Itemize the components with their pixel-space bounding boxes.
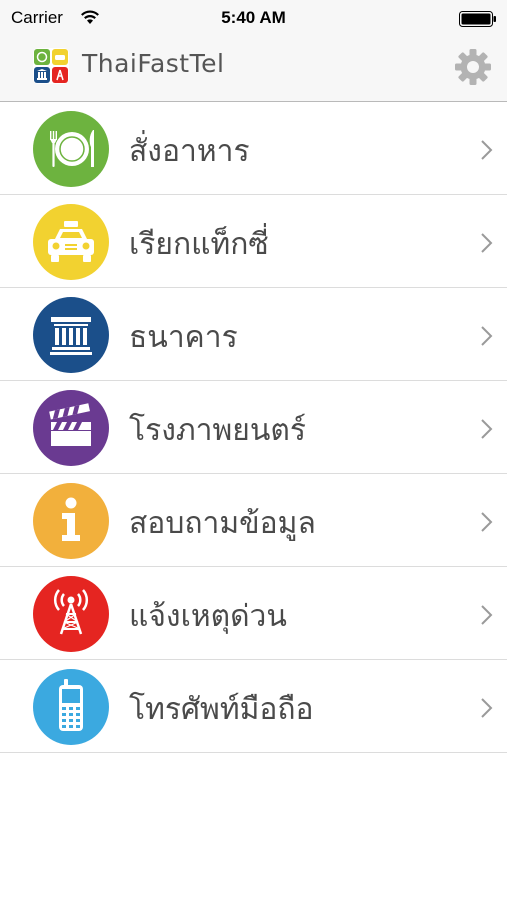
battery-icon [459,11,496,27]
menu-item-cinema[interactable]: โรงภาพยนตร์ [0,381,507,474]
menu-item-mobile[interactable]: โทรศัพท์มือถือ [0,660,507,753]
clapperboard-icon [33,390,109,466]
chevron-right-icon [481,233,493,253]
chevron-right-icon [481,512,493,532]
info-icon [33,483,109,559]
menu-item-label: แจ้งเหตุด่วน [129,599,287,634]
menu-item-emergency[interactable]: แจ้งเหตุด่วน [0,567,507,660]
status-bar: Carrier 5:40 AM [0,0,507,36]
navigation-bar: ThaiFastTel [0,36,507,102]
clock-label: 5:40 AM [221,8,286,27]
menu-item-info[interactable]: สอบถามข้อมูล [0,474,507,567]
chevron-right-icon [481,419,493,439]
menu-item-label: เรียกแท็กซี่ [129,227,269,262]
gear-icon[interactable] [453,47,493,87]
chevron-right-icon [481,326,493,346]
bank-icon [33,297,109,373]
app-title: ThaiFastTel [82,49,225,78]
chevron-right-icon [481,140,493,160]
radio-tower-icon [33,576,109,652]
chevron-right-icon [481,698,493,718]
menu-item-label: โทรศัพท์มือถือ [129,692,314,727]
app-logo-icon [33,48,69,84]
menu-item-label: สอบถามข้อมูล [129,506,316,541]
menu-item-label: สั่งอาหาร [129,134,250,169]
menu-item-taxi[interactable]: เรียกแท็กซี่ [0,195,507,288]
chevron-right-icon [481,605,493,625]
mobile-phone-icon [33,669,109,745]
menu-item-food[interactable]: สั่งอาหาร [0,102,507,195]
menu-list: สั่งอาหาร เรียกแท็กซี่ ธนาคาร โรงภาพยนตร… [0,102,507,753]
menu-item-label: ธนาคาร [129,320,238,355]
menu-item-label: โรงภาพยนตร์ [129,413,306,448]
menu-item-bank[interactable]: ธนาคาร [0,288,507,381]
taxi-icon [33,204,109,280]
food-plate-icon [33,111,109,187]
